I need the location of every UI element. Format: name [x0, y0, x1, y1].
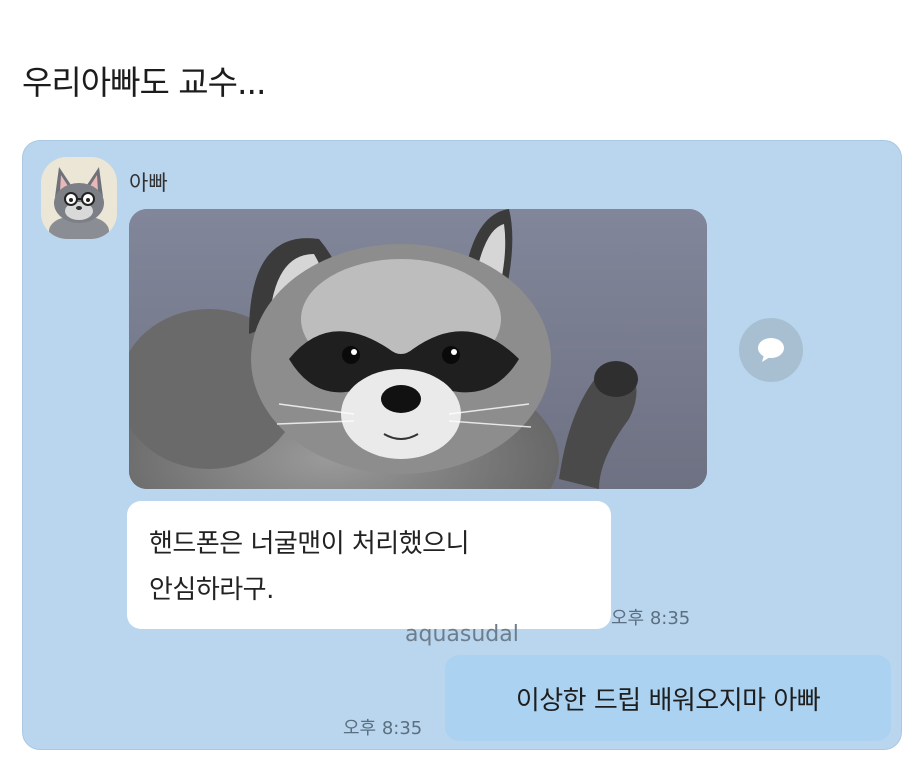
outgoing-message-bubble[interactable]: 이상한 드립 배워오지마 아빠: [445, 655, 891, 741]
incoming-message-line1: 핸드폰은 너굴맨이 처리했으니: [149, 529, 470, 559]
raccoon-photo: [129, 209, 707, 489]
speech-bubble-icon: [758, 338, 784, 362]
shared-photo[interactable]: [129, 209, 707, 489]
sender-avatar[interactable]: [41, 157, 117, 239]
incoming-message-time: 오후 8:35: [611, 608, 691, 629]
sender-name: 아빠: [129, 171, 168, 195]
watermark: aquasudal: [405, 622, 519, 647]
incoming-message-bubble[interactable]: 핸드폰은 너굴맨이 처리했으니 안심하라구.: [127, 501, 611, 629]
chat-screenshot: 아빠 핸드폰은 너굴맨이 처리했으니 안심하라구. 오후 8:35 aquasu…: [22, 140, 902, 750]
cat-avatar-icon: [41, 157, 117, 239]
post-title: 우리아빠도 교수...: [22, 63, 266, 102]
incoming-message-line2: 안심하라구.: [149, 575, 274, 605]
outgoing-message-text: 이상한 드립 배워오지마 아빠: [515, 685, 821, 716]
outgoing-message-time: 오후 8:35: [343, 718, 423, 739]
share-button[interactable]: [739, 318, 803, 382]
